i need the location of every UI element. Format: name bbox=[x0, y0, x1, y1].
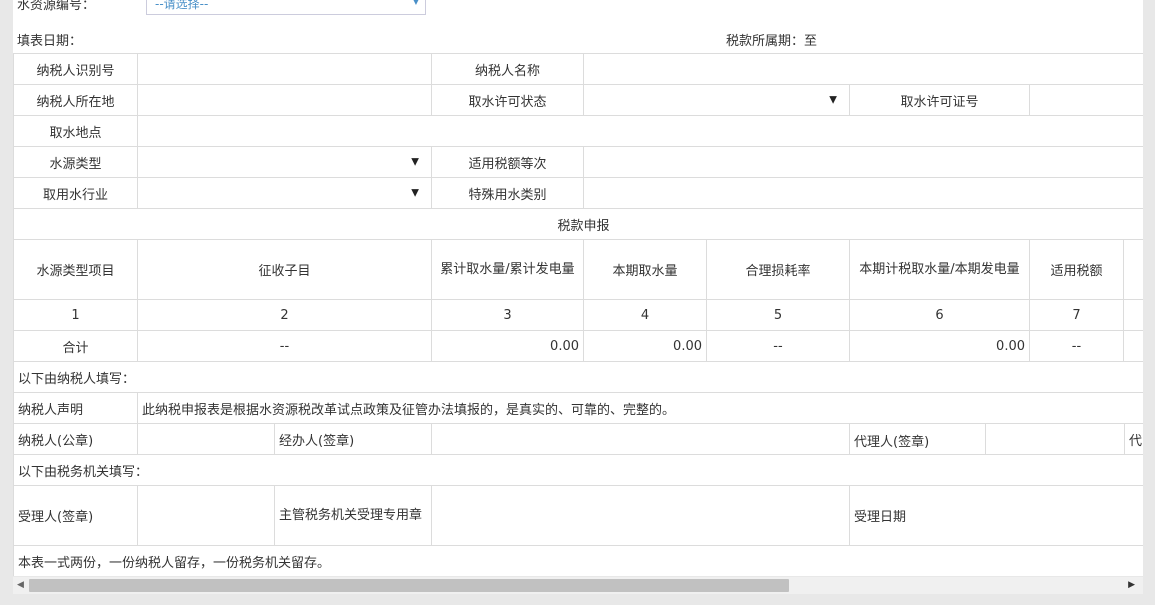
total-tax-rate: -- bbox=[1029, 330, 1124, 362]
statement-row: 纳税人声明 此纳税申报表是根据水资源税改革试点政策及征管办法填报的，是真实的、可… bbox=[13, 392, 1143, 424]
total-taxable-volume: 0.00 bbox=[849, 330, 1030, 362]
horizontal-scrollbar[interactable]: ◀ ▶ bbox=[13, 577, 1143, 594]
taxpayer-location-label: 纳税人所在地 bbox=[13, 84, 138, 116]
col-overflow bbox=[1122, 299, 1143, 331]
agent-more-label: 代 bbox=[1123, 423, 1143, 455]
taxpayer-name-label: 纳税人名称 bbox=[431, 53, 584, 85]
agent-cell[interactable]: 代理人(签章) bbox=[849, 423, 1125, 455]
footer-row: 本表一式两份，一份纳税人留存，一份税务机关留存。 bbox=[13, 545, 1143, 576]
dropdown-arrow-icon: ▼ bbox=[411, 187, 419, 199]
receiver-label: 受理人(签章) bbox=[13, 485, 138, 546]
column-number-row: 1 2 3 4 5 6 7 bbox=[13, 299, 1143, 331]
statement-text: 此纳税申报表是根据水资源税改革试点政策及征管办法填报的，是真实的、可靠的、完整的… bbox=[136, 392, 1143, 424]
col-number: 6 bbox=[849, 299, 1030, 331]
dropdown-arrow-icon: ▼ bbox=[412, 0, 419, 6]
taxpayer-seal-value[interactable] bbox=[137, 423, 275, 455]
col-taxable-volume: 本期计税取水量/本期发电量 bbox=[849, 239, 1030, 300]
signature-table: 以下由纳税人填写： 纳税人声明 此纳税申报表是根据水资源税改革试点政策及征管办法… bbox=[13, 361, 1143, 576]
info-row: 纳税人识别号 纳税人名称 bbox=[13, 53, 1143, 85]
scroll-right-icon[interactable]: ▶ bbox=[1128, 580, 1135, 590]
source-type-label: 水源类型 bbox=[13, 146, 138, 178]
col-number: 5 bbox=[706, 299, 850, 331]
tax-office-row: 受理人(签章) 主管税务机关受理专用章 受理日期 bbox=[13, 485, 1143, 546]
info-row: 取用水行业 ▼ 特殊用水类别 bbox=[13, 177, 1143, 209]
statement-label: 纳税人声明 bbox=[13, 392, 138, 424]
total-row: 合计 -- 0.00 0.00 -- 0.00 -- bbox=[13, 330, 1143, 362]
column-header-row: 水源类型项目 征收子目 累计取水量/累计发电量 本期取水量 合理损耗率 本期计税… bbox=[13, 239, 1143, 300]
industry-select[interactable]: ▼ bbox=[137, 177, 432, 209]
info-row: 水源类型 ▼ 适用税额等次 bbox=[13, 146, 1143, 178]
intake-location-value[interactable] bbox=[137, 115, 1143, 147]
info-row: 纳税人所在地 取水许可状态 ▼ 取水许可证号 bbox=[13, 84, 1143, 116]
tax-office-section-title: 以下由税务机关填写： bbox=[13, 454, 1143, 486]
taxpayer-id-value[interactable] bbox=[137, 53, 432, 85]
permit-status-select[interactable]: ▼ bbox=[583, 84, 850, 116]
water-source-no-label: 水资源编号： bbox=[17, 0, 96, 13]
dropdown-arrow-icon: ▼ bbox=[829, 94, 837, 106]
scrollbar-thumb[interactable] bbox=[29, 579, 789, 592]
special-category-value[interactable] bbox=[583, 177, 1143, 209]
permit-no-value[interactable] bbox=[1029, 84, 1143, 116]
col-number: 2 bbox=[137, 299, 432, 331]
permit-status-label: 取水许可状态 bbox=[431, 84, 584, 116]
col-current-volume: 本期取水量 bbox=[583, 239, 707, 300]
col-number: 7 bbox=[1029, 299, 1124, 331]
tax-grade-label: 适用税额等次 bbox=[431, 146, 584, 178]
col-source-type-item: 水源类型项目 bbox=[13, 239, 138, 300]
total-loss-rate: -- bbox=[706, 330, 850, 362]
signature-row: 纳税人(公章) 经办人(签章) 代理人(签章) 代 bbox=[13, 423, 1143, 455]
taxpayer-section-title-row: 以下由纳税人填写： bbox=[13, 361, 1143, 393]
section-title-row: 税款申报 bbox=[13, 208, 1143, 240]
tax-declaration-table: 税款申报 水源类型项目 征收子目 累计取水量/累计发电量 本期取水量 合理损耗率… bbox=[13, 208, 1143, 362]
tax-grade-value[interactable] bbox=[583, 146, 1143, 178]
col-overflow bbox=[1122, 239, 1143, 300]
office-seal-value[interactable] bbox=[431, 485, 850, 546]
footer-note: 本表一式两份，一份纳税人留存，一份税务机关留存。 bbox=[13, 545, 1143, 576]
source-type-select[interactable]: ▼ bbox=[137, 146, 432, 178]
col-sub-item: 征收子目 bbox=[137, 239, 432, 300]
total-current-volume: 0.00 bbox=[583, 330, 707, 362]
taxpayer-section-title: 以下由纳税人填写： bbox=[13, 361, 1143, 393]
receiver-value[interactable] bbox=[137, 485, 275, 546]
dropdown-arrow-icon: ▼ bbox=[411, 156, 419, 168]
total-sub-item: -- bbox=[137, 330, 432, 362]
permit-no-label: 取水许可证号 bbox=[849, 84, 1030, 116]
office-seal-label: 主管税务机关受理专用章 bbox=[274, 485, 432, 546]
tax-office-section-title-row: 以下由税务机关填写： bbox=[13, 454, 1143, 486]
scroll-left-icon[interactable]: ◀ bbox=[17, 580, 24, 590]
taxpayer-location-value[interactable] bbox=[137, 84, 432, 116]
declaration-title: 税款申报 bbox=[13, 208, 1143, 240]
taxpayer-seal-label: 纳税人(公章) bbox=[13, 423, 138, 455]
special-category-label: 特殊用水类别 bbox=[431, 177, 584, 209]
total-label: 合计 bbox=[13, 330, 138, 362]
total-cumulative-volume: 0.00 bbox=[431, 330, 584, 362]
cell-divider bbox=[985, 424, 986, 454]
col-loss-rate: 合理损耗率 bbox=[706, 239, 850, 300]
taxpayer-info-table: 纳税人识别号 纳税人名称 纳税人所在地 取水许可状态 ▼ 取水许可证号 取水地点… bbox=[13, 53, 1143, 209]
page: 水资源编号： --请选择-- ▼ 填表日期： 税款所属期：至 纳税人识别号 纳税… bbox=[0, 0, 1155, 605]
taxpayer-id-label: 纳税人识别号 bbox=[13, 53, 138, 85]
intake-location-label: 取水地点 bbox=[13, 115, 138, 147]
water-source-no-row: 水资源编号： --请选择-- ▼ bbox=[13, 0, 1143, 20]
col-number: 3 bbox=[431, 299, 584, 331]
col-cumulative-volume: 累计取水量/累计发电量 bbox=[431, 239, 584, 300]
handler-value[interactable] bbox=[431, 423, 850, 455]
taxpayer-name-value[interactable] bbox=[583, 53, 1143, 85]
col-number: 1 bbox=[13, 299, 138, 331]
accept-date-label: 受理日期 bbox=[848, 485, 1143, 546]
water-source-no-select[interactable]: --请选择-- ▼ bbox=[146, 0, 426, 15]
info-row: 取水地点 bbox=[13, 115, 1143, 147]
handler-label: 经办人(签章) bbox=[274, 423, 432, 455]
declaration-form: 水资源编号： --请选择-- ▼ 填表日期： 税款所属期：至 纳税人识别号 纳税… bbox=[13, 0, 1143, 576]
industry-label: 取用水行业 bbox=[13, 177, 138, 209]
fill-date-label: 填表日期： bbox=[17, 34, 83, 49]
col-tax-rate: 适用税额 bbox=[1029, 239, 1124, 300]
col-number: 4 bbox=[583, 299, 707, 331]
agent-label: 代理人(签章) bbox=[854, 435, 930, 450]
tax-period-label: 税款所属期：至 bbox=[726, 34, 818, 49]
select-placeholder: --请选择-- bbox=[155, 0, 209, 11]
col-overflow bbox=[1122, 330, 1143, 362]
